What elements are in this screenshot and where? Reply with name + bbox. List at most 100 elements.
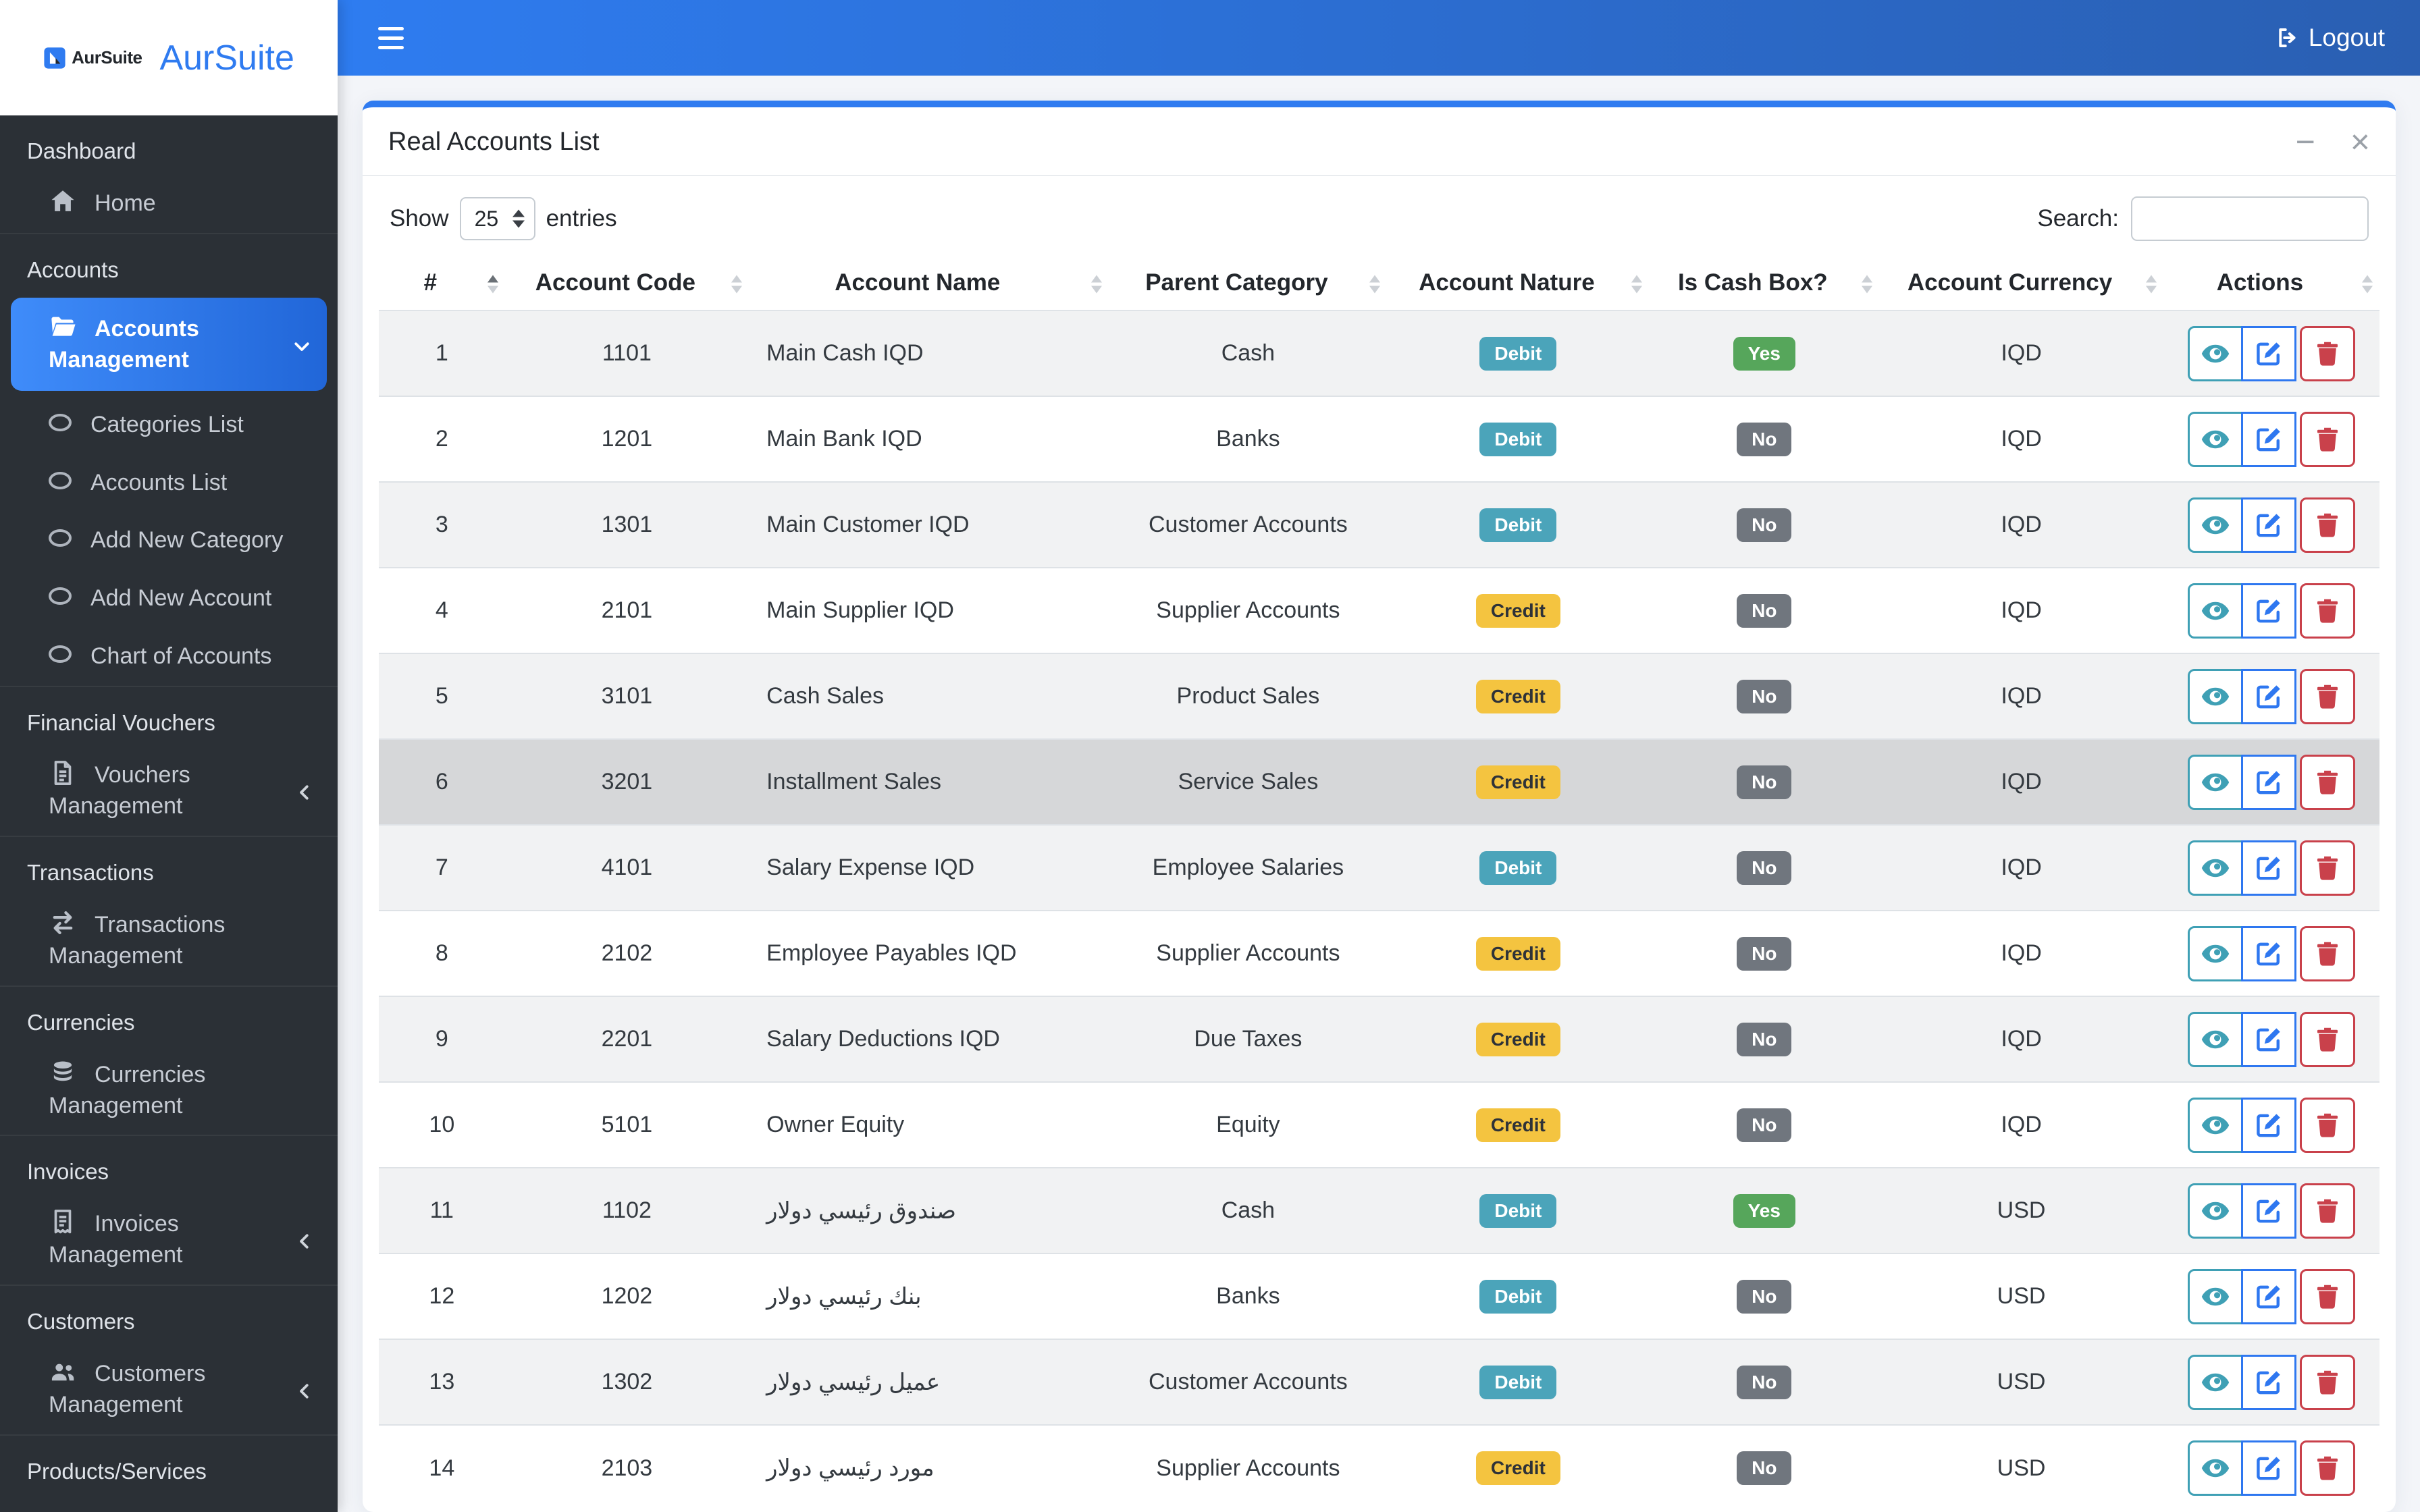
edit-button[interactable] — [2240, 411, 2296, 467]
column-header-actions[interactable]: Actions — [2163, 259, 2379, 311]
sidebar-item-add-new-account[interactable]: Add New Account — [0, 570, 338, 628]
search-input[interactable] — [2131, 196, 2369, 241]
view-button[interactable] — [2187, 754, 2243, 810]
page-size-select[interactable]: 25 — [459, 197, 535, 240]
edit-button[interactable] — [2240, 1354, 2296, 1410]
sidebar-item-accounts-management[interactable]: Accounts Management — [11, 297, 327, 391]
sort-arrows-icon — [1631, 275, 1643, 294]
edit-button[interactable] — [2240, 325, 2296, 381]
column-header-account-name[interactable]: Account Name — [749, 259, 1109, 311]
search-label: Search: — [2037, 205, 2119, 232]
sidebar-item-items-management[interactable]: Items Management — [0, 1494, 338, 1512]
sidebar-item-categories-list[interactable]: Categories List — [0, 396, 338, 454]
delete-button[interactable] — [2299, 925, 2355, 981]
view-button[interactable] — [2187, 1183, 2243, 1239]
minimize-icon[interactable]: − — [2296, 125, 2315, 159]
column-header-account-currency[interactable]: Account Currency — [1879, 259, 2163, 311]
edit-button[interactable] — [2240, 1268, 2296, 1324]
row-index-cell: 6 — [435, 769, 448, 794]
view-button[interactable] — [2187, 583, 2243, 639]
edit-button[interactable] — [2240, 754, 2296, 810]
view-button[interactable] — [2187, 925, 2243, 981]
sidebar-item-transactions-management[interactable]: Transactions Management — [0, 895, 338, 986]
view-button[interactable] — [2187, 1268, 2243, 1324]
delete-button[interactable] — [2299, 497, 2355, 553]
account-nature-cell: Credit — [1387, 1425, 1649, 1511]
sidebar-item-vouchers-management[interactable]: Vouchers Management — [0, 745, 338, 836]
sidebar-item-accounts-list[interactable]: Accounts List — [0, 454, 338, 512]
delete-button[interactable] — [2299, 583, 2355, 639]
parent-category-cell: Product Sales — [1176, 683, 1320, 709]
column-header-parent-category[interactable]: Parent Category — [1109, 259, 1388, 311]
column-header-account-nature[interactable]: Account Nature — [1387, 259, 1650, 311]
edit-button[interactable] — [2240, 925, 2296, 981]
currency-cell: IQD — [2001, 1026, 2042, 1052]
account-code-cell: 2101 — [601, 597, 653, 623]
eye-icon — [2201, 1373, 2230, 1391]
delete-button[interactable] — [2299, 1183, 2355, 1239]
delete-button[interactable] — [2299, 754, 2355, 810]
delete-button[interactable] — [2299, 1440, 2355, 1496]
box-open-icon — [49, 1507, 77, 1512]
eye-icon — [2201, 601, 2230, 620]
view-button[interactable] — [2187, 325, 2243, 381]
table-row: 6 3201 Installment Sales Service Sales C… — [379, 739, 2379, 825]
view-button[interactable] — [2187, 497, 2243, 553]
edit-button[interactable] — [2240, 1440, 2296, 1496]
account-name-cell: Owner Equity — [766, 1112, 905, 1137]
trash-icon — [2317, 1370, 2338, 1395]
actions-cell — [2163, 396, 2379, 482]
logout-label: Logout — [2308, 24, 2385, 51]
trash-icon — [2317, 942, 2338, 966]
sidebar-item-chart-of-accounts[interactable]: Chart of Accounts — [0, 628, 338, 686]
edit-button[interactable] — [2240, 668, 2296, 724]
delete-button[interactable] — [2299, 668, 2355, 724]
delete-button[interactable] — [2299, 1354, 2355, 1410]
column-header-is-cash-box[interactable]: Is Cash Box? — [1649, 259, 1880, 311]
column-label: Account Code — [535, 269, 696, 296]
delete-button[interactable] — [2299, 325, 2355, 381]
edit-button[interactable] — [2240, 583, 2296, 639]
hamburger-menu-icon[interactable] — [373, 22, 409, 55]
row-index-cell: 10 — [429, 1112, 455, 1137]
delete-button[interactable] — [2299, 1268, 2355, 1324]
view-button[interactable] — [2187, 1097, 2243, 1153]
view-button[interactable] — [2187, 1354, 2243, 1410]
edit-button[interactable] — [2240, 1183, 2296, 1239]
nature-badge: Credit — [1475, 593, 1560, 628]
sidebar-item-currencies-management[interactable]: Currencies Management — [0, 1045, 338, 1135]
view-button[interactable] — [2187, 840, 2243, 896]
view-button[interactable] — [2187, 1440, 2243, 1496]
column-header-account-code[interactable]: Account Code — [504, 259, 749, 311]
logo[interactable]: AurSuite AurSuite — [0, 0, 338, 115]
view-button[interactable] — [2187, 1011, 2243, 1067]
account-code-cell: 1202 — [601, 1283, 653, 1309]
logout-button[interactable]: Logout — [2275, 24, 2385, 52]
sidebar-item-home[interactable]: Home — [0, 173, 338, 233]
sidebar-item-add-new-category[interactable]: Add New Category — [0, 512, 338, 570]
edit-button[interactable] — [2240, 1097, 2296, 1153]
edit-button[interactable] — [2240, 497, 2296, 553]
cashbox-cell: No — [1649, 1082, 1879, 1168]
sidebar-item-customers-management[interactable]: Customers Management — [0, 1344, 338, 1434]
close-icon[interactable]: × — [2350, 125, 2370, 159]
delete-button[interactable] — [2299, 1011, 2355, 1067]
view-button[interactable] — [2187, 668, 2243, 724]
column-label: Parent Category — [1145, 269, 1328, 296]
actions-cell — [2163, 825, 2379, 911]
sidebar-item-label: Home — [95, 190, 156, 216]
trash-icon — [2317, 427, 2338, 452]
account-nature-cell: Debit — [1387, 482, 1649, 568]
delete-button[interactable] — [2299, 411, 2355, 467]
sidebar-item-invoices-management[interactable]: Invoices Management — [0, 1194, 338, 1285]
table-row: 3 1301 Main Customer IQD Customer Accoun… — [379, 482, 2379, 568]
edit-button[interactable] — [2240, 1011, 2296, 1067]
delete-button[interactable] — [2299, 1097, 2355, 1153]
action-buttons — [2170, 583, 2373, 639]
view-button[interactable] — [2187, 411, 2243, 467]
sidebar-item-label: Categories List — [90, 411, 244, 437]
edit-button[interactable] — [2240, 840, 2296, 896]
column-header-[interactable]: # — [379, 259, 505, 311]
delete-button[interactable] — [2299, 840, 2355, 896]
account-code-cell: 1302 — [601, 1369, 653, 1395]
